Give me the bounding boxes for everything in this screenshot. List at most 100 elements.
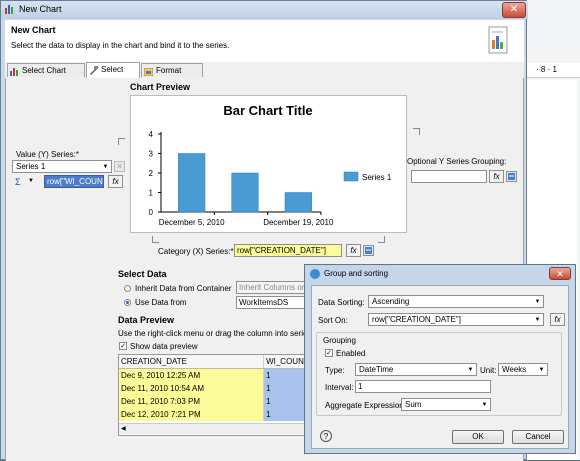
- tab-select-chart-type[interactable]: Select Chart Type: [7, 63, 85, 89]
- column-header[interactable]: WI_COUN: [263, 355, 309, 369]
- cancel-button[interactable]: Cancel: [512, 430, 564, 444]
- sort-on-value: row["CREATION_DATE"]: [372, 315, 461, 324]
- table-header-row: CREATION_DATE WI_COUN: [119, 355, 309, 369]
- category-expression-input[interactable]: row["CREATION_DATE"]: [234, 244, 342, 257]
- bracket-left: [118, 138, 125, 145]
- aggregate-label: Aggregate Expression:: [325, 401, 406, 410]
- show-preview-checkbox[interactable]: ✓: [119, 342, 127, 350]
- y-tick-label: 2: [149, 169, 154, 178]
- grouping-heading: Grouping: [323, 336, 356, 345]
- select-data-heading: Select Data: [118, 269, 167, 279]
- data-preview-hint: Use the right-click menu or drag the col…: [118, 329, 312, 338]
- fx-icon: fx: [554, 315, 561, 324]
- category-expression-text: row["CREATION_DATE"]: [237, 246, 326, 255]
- series-select[interactable]: Series 1 ▼: [12, 160, 112, 173]
- inherit-columns-select[interactable]: Inherit Columns on: [236, 281, 306, 294]
- category-series-label: Category (X) Series:*: [158, 247, 234, 256]
- table-cell[interactable]: Dec 11, 2010 7:03 PM: [119, 395, 265, 408]
- sigma-icon[interactable]: Σ: [15, 177, 21, 187]
- tab-select-data[interactable]: Select Data: [86, 62, 140, 88]
- bar-chart: Bar Chart Title 0 1 2 3 4 December 5, 2010 Dece…: [149, 103, 392, 227]
- table-row: Dec 9, 2010 12:25 AM 1: [119, 368, 309, 382]
- data-sorting-label: Data Sorting:: [318, 298, 365, 307]
- table-cell[interactable]: 1: [263, 368, 309, 382]
- y-grouping-input[interactable]: [411, 170, 487, 183]
- type-label: Type:: [325, 366, 345, 375]
- legend-label: Series 1: [362, 173, 392, 182]
- table-cell[interactable]: Dec 9, 2010 12:25 AM: [119, 368, 265, 382]
- close-window-button[interactable]: ✕: [502, 2, 526, 18]
- data-source-select[interactable]: WorkItemsDS: [236, 296, 306, 309]
- table-cell[interactable]: 1: [263, 395, 309, 408]
- chart-wizard-icon: [487, 26, 511, 56]
- scroll-left-icon[interactable]: ◀: [121, 425, 126, 432]
- chevron-down-icon: ▼: [534, 299, 541, 305]
- help-icon[interactable]: ?: [320, 430, 332, 442]
- x-tick-label: December 5, 2010: [159, 218, 225, 227]
- header-title: New Chart: [11, 25, 56, 35]
- tab-format-chart[interactable]: Format Chart: [141, 63, 203, 89]
- y-grouping-fx-button[interactable]: fx: [489, 170, 504, 183]
- chevron-down-icon: ▼: [102, 164, 109, 170]
- aggregate-dropdown-icon[interactable]: ▼: [28, 178, 34, 184]
- fx-icon: fx: [493, 172, 500, 181]
- group-sorting-dialog: Group and sorting ✕ Data Sorting: Ascend…: [304, 264, 576, 454]
- dialog-titlebar[interactable]: Group and sorting ✕: [305, 265, 575, 283]
- y-grouping-label: Optional Y Series Grouping:: [407, 157, 507, 166]
- category-grouping-icon[interactable]: [363, 245, 374, 256]
- type-value: DateTime: [359, 365, 394, 374]
- data-sorting-select[interactable]: Ascending ▼: [368, 295, 544, 308]
- dialog-icon: [310, 269, 320, 279]
- dialog-title: Group and sorting: [324, 269, 389, 278]
- sort-on-select[interactable]: row["CREATION_DATE"] ▼: [368, 313, 544, 326]
- ok-button[interactable]: OK: [452, 430, 504, 444]
- enabled-label: Enabled: [336, 349, 366, 358]
- interval-label: Interval:: [325, 383, 354, 392]
- chart-app-icon: [5, 4, 15, 14]
- interval-input[interactable]: 1: [355, 380, 491, 393]
- table-cell[interactable]: 1: [263, 382, 309, 395]
- window-titlebar[interactable]: New Chart ✕: [1, 1, 528, 19]
- format-chart-icon: [143, 67, 154, 77]
- chart-type-icon: [10, 67, 19, 76]
- table-row: Dec 11, 2010 7:03 PM 1: [119, 395, 309, 408]
- category-fx-button[interactable]: fx: [346, 244, 361, 257]
- delete-series-icon[interactable]: ✕: [114, 161, 125, 172]
- table-cell[interactable]: 1: [263, 408, 309, 421]
- tab-bar: Select Chart Type Select Data Format Cha…: [5, 62, 524, 89]
- enabled-checkbox[interactable]: ✓: [325, 349, 333, 357]
- chart-title: Bar Chart Title: [223, 103, 312, 118]
- wizard-header: New Chart Select the data to display in …: [5, 20, 524, 62]
- bracket-bottom-left: [152, 236, 159, 243]
- horizontal-scrollbar[interactable]: ◀: [119, 423, 309, 434]
- column-header[interactable]: CREATION_DATE: [119, 355, 265, 369]
- unit-label: Unit:: [480, 366, 497, 375]
- unit-select[interactable]: Weeks ▼: [498, 363, 548, 376]
- chart-preview: Bar Chart Title 0 1 2 3 4 December 5, 2010 Dece…: [130, 95, 407, 233]
- bar: [231, 172, 259, 213]
- ruler-text: · 8 · 1: [536, 65, 557, 74]
- window-title: New Chart: [19, 4, 62, 14]
- sort-on-fx-button[interactable]: fx: [550, 313, 565, 326]
- fx-icon: fx: [112, 177, 119, 186]
- table-cell[interactable]: Dec 11, 2010 10:54 AM: [119, 382, 265, 395]
- data-preview-heading: Data Preview: [118, 315, 175, 325]
- inherit-data-label: Inherit Data from Container: [135, 284, 232, 293]
- y-grouping-sort-icon[interactable]: [506, 171, 517, 182]
- aggregate-value: Sum: [405, 400, 422, 409]
- y-tick-label: 1: [149, 189, 154, 198]
- table-cell[interactable]: Dec 12, 2010 7:21 PM: [119, 408, 265, 421]
- show-preview-label: Show data preview: [130, 342, 198, 351]
- use-data-radio[interactable]: [124, 299, 131, 306]
- inherit-data-radio[interactable]: [124, 285, 131, 292]
- aggregate-select[interactable]: Sum ▼: [401, 398, 491, 411]
- value-expression-input[interactable]: row["WI_COUNT: [44, 175, 104, 188]
- bracket-right: [413, 128, 420, 135]
- type-select[interactable]: DateTime ▼: [355, 363, 477, 376]
- x-tick-label: December 19, 2010: [263, 218, 334, 227]
- y-tick-label: 3: [149, 150, 154, 159]
- value-fx-button[interactable]: fx: [108, 175, 123, 188]
- legend-swatch: [343, 171, 359, 182]
- dialog-close-button[interactable]: ✕: [549, 267, 571, 280]
- y-tick-label: 4: [149, 130, 154, 139]
